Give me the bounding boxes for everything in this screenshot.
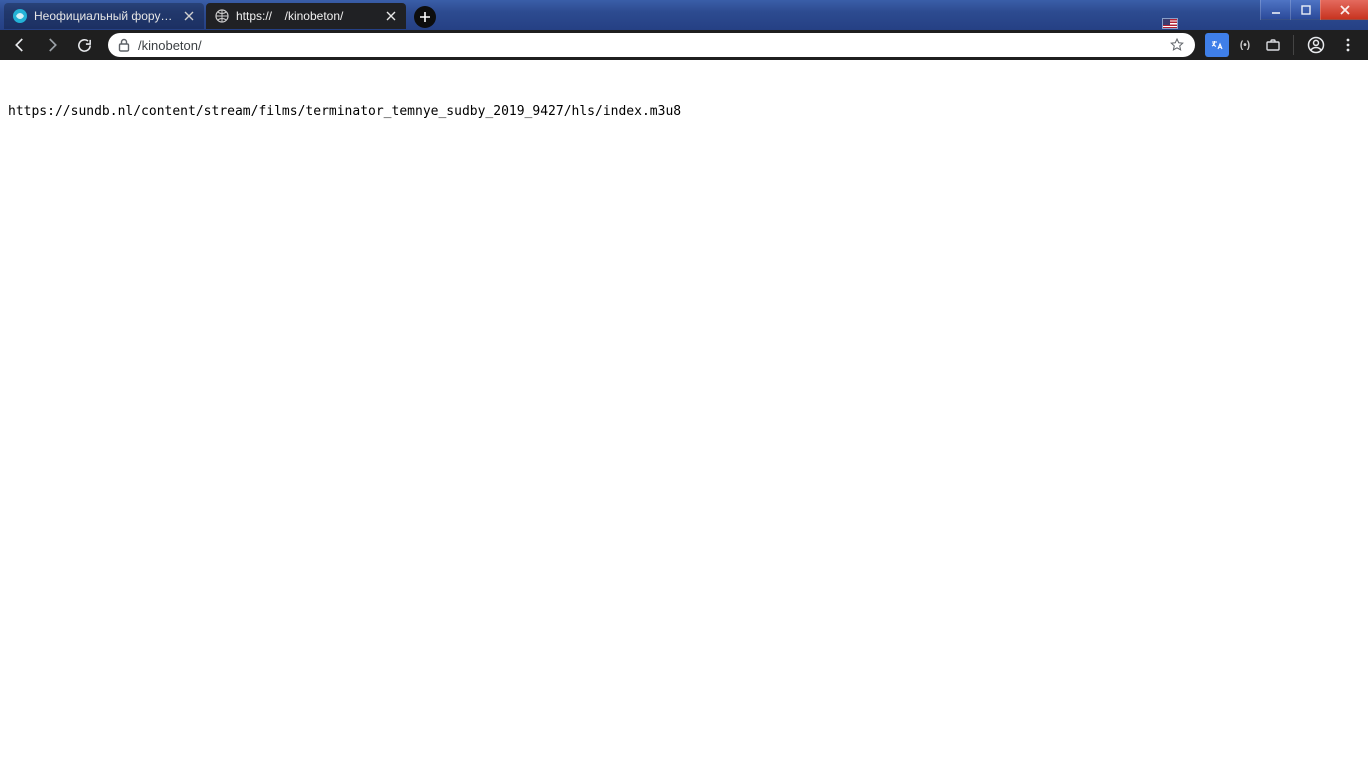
browser-toolbar: /kinobeton/ (•) [0,30,1368,60]
language-flag-us-icon[interactable] [1162,18,1178,29]
tab-0[interactable]: Неофициальный форум DLNA | [4,3,204,29]
toolbar-right: (•) [1205,31,1362,59]
page-viewport: https://sundb.nl/content/stream/films/te… [0,60,1368,770]
tab-0-close[interactable] [182,9,196,23]
window-titlebar: Неофициальный форум DLNA | https:// /kin… [0,0,1368,30]
window-minimize-button[interactable] [1260,0,1290,20]
page-body-text: https://sundb.nl/content/stream/films/te… [0,60,1368,127]
bookmark-star-icon[interactable] [1169,37,1185,53]
lock-icon [118,38,130,52]
nav-reload-button[interactable] [70,31,98,59]
address-bar-url: /kinobeton/ [138,38,1161,53]
tab-1-title: https:// /kinobeton/ [236,9,378,23]
profile-icon[interactable] [1302,31,1330,59]
nav-back-button[interactable] [6,31,34,59]
new-tab-button[interactable] [414,6,436,28]
window-maximize-button[interactable] [1290,0,1320,20]
window-controls [1260,0,1368,20]
nav-forward-button[interactable] [38,31,66,59]
extension-work-icon[interactable] [1261,33,1285,57]
address-bar[interactable]: /kinobeton/ [108,33,1195,57]
extension-google-translate-icon[interactable] [1205,33,1229,57]
chrome-menu-icon[interactable] [1334,31,1362,59]
favicon-dlna-icon [12,8,28,24]
favicon-globe-icon [214,8,230,24]
extension-brackets-label: (•) [1240,40,1250,51]
window-close-button[interactable] [1320,0,1368,20]
toolbar-separator [1293,35,1294,55]
tab-1[interactable]: https:// /kinobeton/ [206,3,406,29]
tab-1-close[interactable] [384,9,398,23]
tabs-strip: Неофициальный форум DLNA | https:// /kin… [0,2,436,30]
extension-brackets-icon[interactable]: (•) [1233,33,1257,57]
tab-0-title: Неофициальный форум DLNA | [34,9,176,23]
